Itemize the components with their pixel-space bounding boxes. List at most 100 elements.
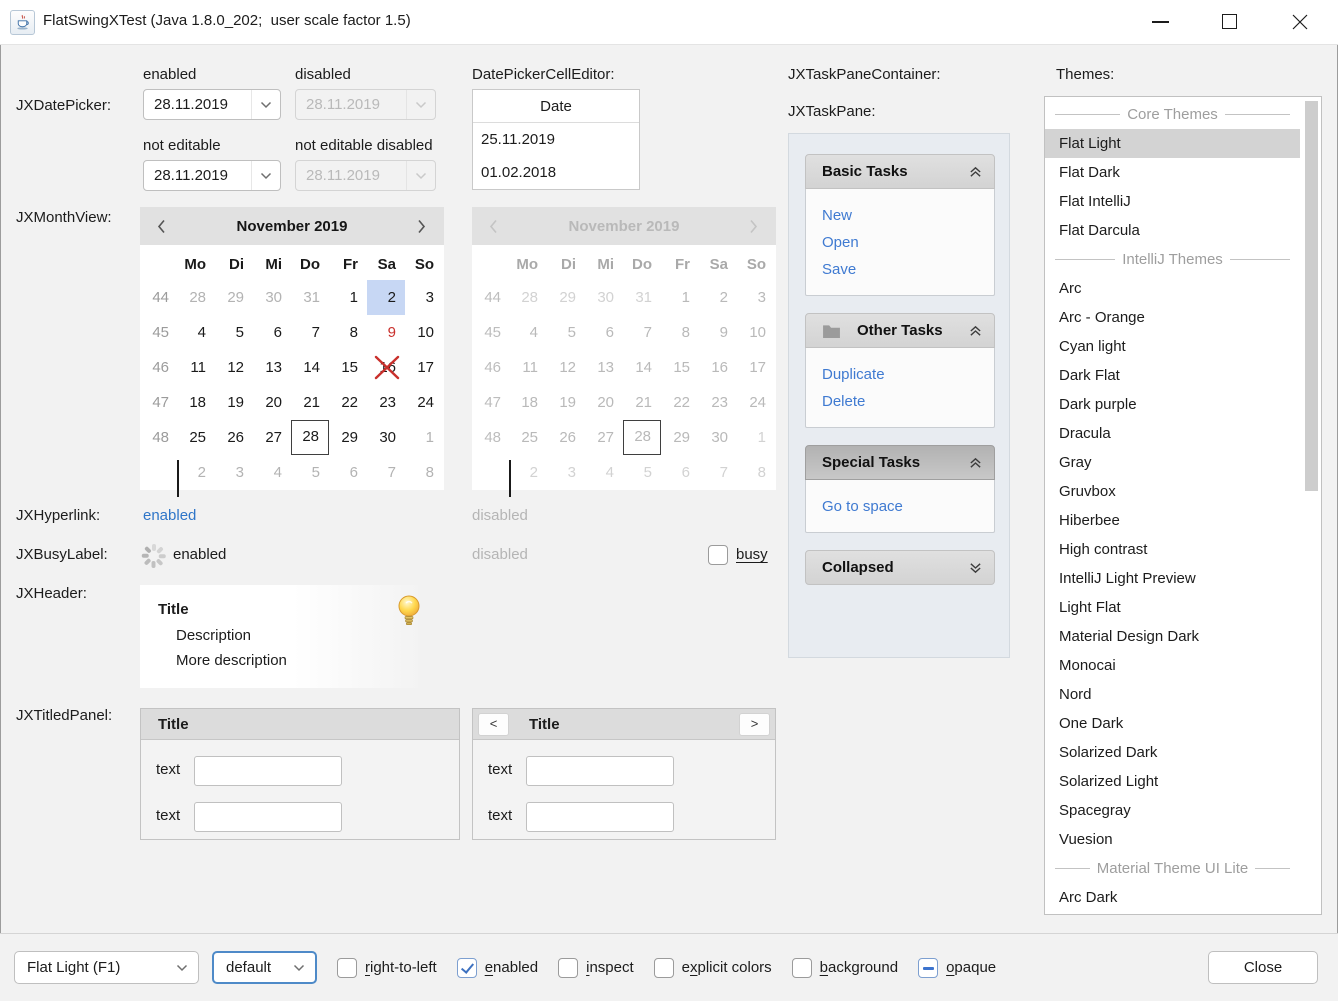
maximize-button[interactable] [1222, 14, 1237, 29]
theme-item-flat-intellij[interactable]: Flat IntelliJ [1045, 187, 1300, 216]
datepicker-dropdown-button[interactable] [251, 90, 280, 119]
close-button[interactable]: Close [1208, 951, 1318, 984]
theme-item-solarized-dark[interactable]: Solarized Dark [1045, 738, 1300, 767]
busy-checkbox-label[interactable]: busy [736, 546, 768, 563]
calendar-day[interactable]: 18 [177, 385, 215, 420]
titled-panel-text-input[interactable] [526, 802, 674, 832]
task-link-save[interactable]: Save [822, 256, 994, 283]
theme-item-gray[interactable]: Gray [1045, 448, 1300, 477]
theme-item-hiberbee[interactable]: Hiberbee [1045, 506, 1300, 535]
theme-item-arc-dark-contrast[interactable]: Arc Dark Contrast [1045, 912, 1300, 915]
table-row[interactable]: 25.11.2019 [473, 123, 639, 156]
calendar-day[interactable]: 11 [177, 350, 215, 385]
theme-item-material-design-dark[interactable]: Material Design Dark [1045, 622, 1300, 651]
theme-item-gruvbox[interactable]: Gruvbox [1045, 477, 1300, 506]
calendar-day[interactable]: 3 [215, 455, 253, 490]
calendar-day[interactable]: 7 [367, 455, 405, 490]
datepicker-not-editable[interactable]: 28.11.2019 [143, 160, 281, 191]
collapse-chevron-up-icon[interactable] [969, 166, 982, 178]
checkbox-box[interactable] [558, 958, 578, 978]
calendar-day[interactable]: 2 [177, 455, 215, 490]
calendar-day[interactable]: 28 [177, 280, 215, 315]
theme-item-intellij-light-preview[interactable]: IntelliJ Light Preview [1045, 564, 1300, 593]
busy-checkbox[interactable] [708, 545, 728, 565]
task-link-go-to-space[interactable]: Go to space [822, 493, 994, 520]
calendar-day[interactable]: 13 [253, 350, 291, 385]
theme-item-dracula[interactable]: Dracula [1045, 419, 1300, 448]
calendar-day[interactable]: 6 [253, 315, 291, 350]
theme-item-cyan-light[interactable]: Cyan light [1045, 332, 1300, 361]
checkbox-inspect[interactable]: inspect [558, 958, 634, 978]
calendar-day[interactable]: 14 [291, 350, 329, 385]
next-month-button[interactable] [417, 218, 427, 234]
checkbox-box[interactable] [457, 958, 477, 978]
collapse-chevron-up-icon[interactable] [969, 325, 982, 337]
calendar-day[interactable]: 19 [215, 385, 253, 420]
calendar-day[interactable]: 5 [291, 455, 329, 490]
calendar-day[interactable]: 8 [405, 455, 443, 490]
previous-month-button[interactable] [157, 218, 167, 234]
close-window-button[interactable] [1290, 12, 1310, 32]
datepicker-dropdown-button[interactable] [251, 161, 280, 190]
theme-item-one-dark[interactable]: One Dark [1045, 709, 1300, 738]
calendar-day[interactable]: 4 [253, 455, 291, 490]
collapse-chevron-up-icon[interactable] [969, 457, 982, 469]
theme-item-flat-light[interactable]: Flat Light [1045, 129, 1300, 158]
checkbox-enabled[interactable]: enabled [457, 958, 538, 978]
titled-panel-text-input[interactable] [194, 756, 342, 786]
theme-item-vuesion[interactable]: Vuesion [1045, 825, 1300, 854]
taskpane-header[interactable]: Collapsed [805, 550, 995, 585]
checkbox-explicit-colors[interactable]: explicit colors [654, 958, 772, 978]
calendar-day[interactable]: 30 [367, 420, 405, 455]
font-combobox[interactable]: default [212, 951, 317, 984]
task-link-delete[interactable]: Delete [822, 388, 994, 415]
theme-item-flat-dark[interactable]: Flat Dark [1045, 158, 1300, 187]
checkbox-box[interactable] [792, 958, 812, 978]
task-link-new[interactable]: New [822, 202, 994, 229]
calendar-day[interactable]: 1 [405, 420, 443, 455]
calendar-day[interactable]: 30 [253, 280, 291, 315]
checkbox-box[interactable] [654, 958, 674, 978]
taskpane-header[interactable]: Other Tasks [805, 313, 995, 348]
task-link-open[interactable]: Open [822, 229, 994, 256]
calendar-day[interactable]: 5 [215, 315, 253, 350]
theme-item-dark-flat[interactable]: Dark Flat [1045, 361, 1300, 390]
calendar-day[interactable]: 2 [367, 280, 405, 315]
calendar-day[interactable]: 10 [405, 315, 443, 350]
calendar-day[interactable]: 31 [291, 280, 329, 315]
table-row[interactable]: 01.02.2018 [473, 156, 639, 189]
theme-item-flat-darcula[interactable]: Flat Darcula [1045, 216, 1300, 245]
calendar-day[interactable]: 27 [253, 420, 291, 455]
calendar-day[interactable]: 1 [329, 280, 367, 315]
calendar-day[interactable]: 29 [329, 420, 367, 455]
calendar-day[interactable]: 15 [329, 350, 367, 385]
theme-item-arc-orange[interactable]: Arc - Orange [1045, 303, 1300, 332]
calendar-day[interactable]: 29 [215, 280, 253, 315]
expand-chevron-down-icon[interactable] [969, 562, 982, 574]
theme-item-light-flat[interactable]: Light Flat [1045, 593, 1300, 622]
calendar-day[interactable]: 26 [215, 420, 253, 455]
calendar-day[interactable]: 24 [405, 385, 443, 420]
calendar-day[interactable]: 12 [215, 350, 253, 385]
theme-item-high-contrast[interactable]: High contrast [1045, 535, 1300, 564]
calendar-day[interactable]: 22 [329, 385, 367, 420]
theme-item-arc-dark[interactable]: Arc Dark [1045, 883, 1300, 912]
checkbox-right-to-left[interactable]: right-to-left [337, 958, 437, 978]
calendar-day[interactable]: 21 [291, 385, 329, 420]
scrollbar-thumb[interactable] [1305, 101, 1318, 491]
calendar-day[interactable]: 6 [329, 455, 367, 490]
calendar-day[interactable]: 25 [177, 420, 215, 455]
calendar-day[interactable]: 7 [291, 315, 329, 350]
titled-panel-right-button[interactable]: > [739, 713, 770, 736]
calendar-day[interactable]: 8 [329, 315, 367, 350]
calendar-day[interactable]: 23 [367, 385, 405, 420]
titled-panel-text-input[interactable] [194, 802, 342, 832]
datepicker-enabled[interactable]: 28.11.2019 [143, 89, 281, 120]
theme-item-monocai[interactable]: Monocai [1045, 651, 1300, 680]
theme-item-spacegray[interactable]: Spacegray [1045, 796, 1300, 825]
calendar-day[interactable]: 17 [405, 350, 443, 385]
checkbox-box[interactable] [918, 958, 938, 978]
task-link-duplicate[interactable]: Duplicate [822, 361, 994, 388]
datepicker-value[interactable]: 28.11.2019 [144, 167, 251, 184]
theme-item-nord[interactable]: Nord [1045, 680, 1300, 709]
